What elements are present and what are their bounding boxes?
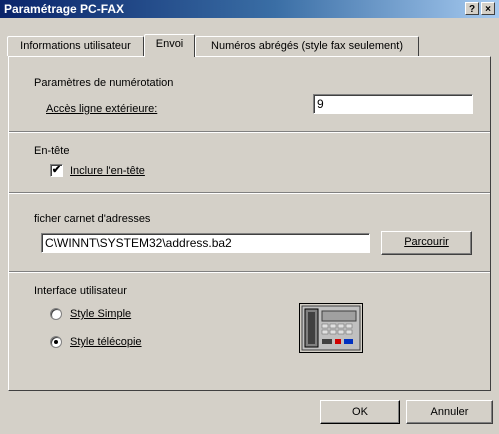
browse-button-label: Parcourir xyxy=(404,236,449,248)
fax-machine-icon xyxy=(299,303,363,353)
address-book-path-input[interactable]: C\WINNT\SYSTEM32\address.ba2 xyxy=(41,233,370,253)
separator xyxy=(9,192,490,194)
pc-fax-settings-dialog: Paramétrage PC-FAX ? × Informations util… xyxy=(0,0,499,434)
close-button[interactable]: × xyxy=(481,2,495,15)
browse-button[interactable]: Parcourir xyxy=(381,231,472,255)
outside-line-label-text: Accès ligne extérieure: xyxy=(46,103,158,115)
radio-selected-dot xyxy=(54,340,58,344)
style-fax-label: Style télécopie xyxy=(70,336,142,348)
title-bar[interactable]: Paramétrage PC-FAX ? × xyxy=(0,0,499,18)
tab-send[interactable]: Envoi xyxy=(144,34,195,57)
ok-button[interactable]: OK xyxy=(320,400,400,424)
outside-line-label: Accès ligne extérieure: xyxy=(46,103,157,115)
window-title: Paramétrage PC-FAX xyxy=(4,2,125,16)
separator xyxy=(9,271,490,273)
style-fax-radio[interactable] xyxy=(50,336,62,348)
cancel-button[interactable]: Annuler xyxy=(406,400,493,424)
style-simple-label: Style Simple xyxy=(70,308,131,320)
tab-speed-dial[interactable]: Numéros abrégés (style fax seulement) xyxy=(195,36,419,56)
separator xyxy=(9,131,490,133)
help-button[interactable]: ? xyxy=(465,2,479,15)
include-header-label: Inclure l'en-tête xyxy=(70,165,145,177)
include-header-checkbox[interactable]: ✔ xyxy=(50,164,63,177)
include-header-label-text: Inclure l'en-tête xyxy=(70,165,145,177)
style-fax-label-text: Style télécopie xyxy=(70,336,142,348)
address-book-group-label: ficher carnet d'adresses xyxy=(34,213,151,225)
style-simple-label-text: Style Simple xyxy=(70,308,132,320)
header-group-label: En-tête xyxy=(34,145,70,157)
send-tab-panel: Paramètres de numérotation Accès ligne e… xyxy=(8,56,491,391)
ui-group-label: Interface utilisateur xyxy=(34,285,127,297)
style-simple-radio[interactable] xyxy=(50,308,62,320)
dialing-group-label: Paramètres de numérotation xyxy=(34,77,174,89)
tab-user-info[interactable]: Informations utilisateur xyxy=(7,36,144,56)
outside-line-input[interactable]: 9 xyxy=(313,94,473,114)
